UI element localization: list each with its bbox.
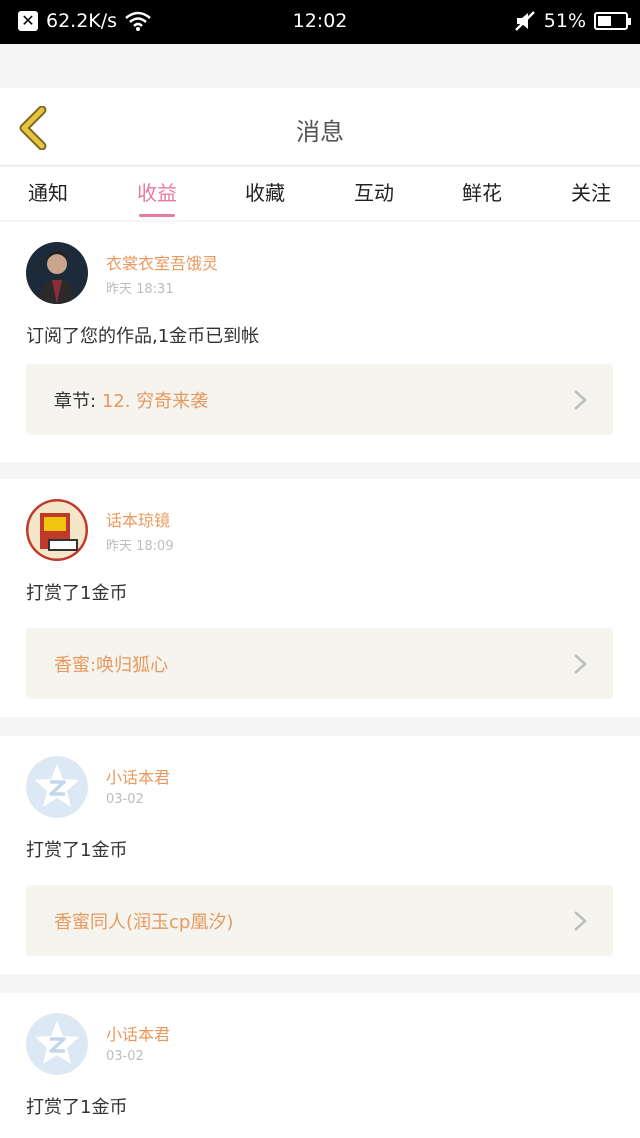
tab-label: 关注: [571, 181, 611, 205]
portrait-avatar-icon: [26, 242, 88, 304]
work-link[interactable]: 香蜜同人(润玉cp凰汐): [26, 885, 613, 956]
message-card: 小话本君 03-02 打赏了1金币 香蜜同人(润玉cp凰汐): [0, 736, 640, 974]
app-header: 消息: [0, 88, 640, 166]
tab-label: 收益: [137, 181, 177, 205]
avatar[interactable]: [26, 242, 88, 304]
tab-flowers[interactable]: 鲜花: [442, 177, 522, 206]
link-title: 香蜜:唤归狐心: [54, 655, 169, 676]
chevron-right-icon: [574, 654, 587, 674]
link-text: 章节: 12. 穷奇来袭: [54, 387, 208, 413]
avatar[interactable]: [26, 756, 88, 818]
tab-following[interactable]: 关注: [551, 177, 631, 206]
message-text: 打赏了1金币: [26, 583, 128, 604]
chapter-link[interactable]: 章节: 12. 穷奇来袭: [26, 364, 613, 435]
tab-favorites[interactable]: 收藏: [225, 177, 305, 206]
message-text: 打赏了1金币: [26, 840, 128, 861]
status-bar: ✕ 62.2K/s 12:02 51%: [0, 0, 640, 44]
link-title: 香蜜同人(润玉cp凰汐): [54, 912, 234, 933]
battery-icon: [594, 12, 631, 30]
link-title: 12. 穷奇来袭: [101, 391, 209, 412]
tab-notifications[interactable]: 通知: [8, 177, 88, 206]
page-title: 消息: [296, 118, 344, 146]
active-tab-indicator: [139, 214, 175, 217]
message-time: 03-02: [106, 792, 144, 807]
work-link[interactable]: 香蜜:唤归狐心: [26, 628, 613, 699]
message-card: 话本琼镜 昨天 18:09 打赏了1金币 香蜜:唤归狐心: [0, 479, 640, 717]
user-name[interactable]: 小话本君: [106, 1021, 170, 1045]
tab-label: 通知: [28, 181, 68, 205]
message-time: 03-02: [106, 1049, 144, 1064]
tab-earnings[interactable]: 收益: [117, 177, 197, 217]
tab-label: 收藏: [245, 181, 285, 205]
avatar[interactable]: [26, 1013, 88, 1075]
user-name[interactable]: 衣裳衣室吾饿灵: [106, 250, 218, 274]
user-name[interactable]: 小话本君: [106, 764, 170, 788]
tab-interactions[interactable]: 互动: [334, 177, 414, 206]
message-time: 昨天 18:31: [106, 282, 174, 297]
user-name[interactable]: 话本琼镜: [106, 507, 170, 531]
battery-percent: 51%: [543, 10, 586, 32]
chevron-right-icon: [574, 390, 587, 410]
book-avatar-icon: [26, 499, 88, 561]
z-star-avatar-icon: [26, 756, 88, 818]
message-card: 小话本君 03-02 打赏了1金币: [0, 993, 640, 1138]
message-text: 订阅了您的作品,1金币已到帐: [26, 326, 260, 347]
chevron-right-icon: [574, 911, 587, 931]
message-card: 衣裳衣室吾饿灵 昨天 18:31 订阅了您的作品,1金币已到帐 章节: 12. …: [0, 222, 640, 462]
message-time: 昨天 18:09: [106, 539, 174, 554]
tab-label: 鲜花: [462, 181, 502, 205]
link-label: 章节:: [54, 391, 97, 412]
z-star-avatar-icon: [26, 1013, 88, 1075]
mute-icon: [514, 11, 535, 31]
tab-bar: 通知 收益 收藏 互动 鲜花 关注: [0, 167, 640, 220]
tab-label: 互动: [354, 181, 394, 205]
message-text: 打赏了1金币: [26, 1097, 128, 1118]
avatar[interactable]: [26, 499, 88, 561]
